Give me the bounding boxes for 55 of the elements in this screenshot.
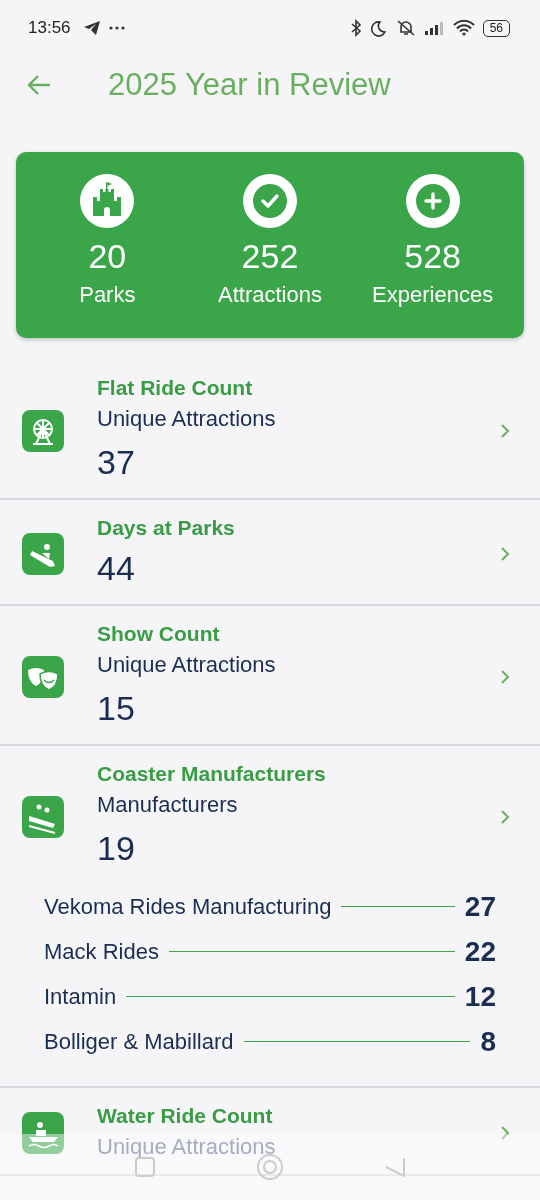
stat-subtitle: Unique Attractions bbox=[97, 1133, 277, 1161]
stat-title: Days at Parks bbox=[97, 515, 236, 541]
sled-icon bbox=[22, 533, 64, 575]
signal-icon bbox=[424, 21, 445, 35]
summary-count: 252 bbox=[241, 236, 299, 276]
stat-title: Water Ride Count bbox=[97, 1103, 274, 1129]
chevron-right-icon bbox=[500, 1125, 510, 1141]
summary-label: Parks bbox=[79, 282, 136, 308]
manufacturer-name: Intamin bbox=[44, 983, 117, 1010]
manufacturer-name: Mack Rides bbox=[44, 938, 159, 965]
manufacturer-name: Bolliger & Mabillard bbox=[44, 1028, 234, 1055]
stat-count: 44 bbox=[97, 548, 136, 589]
battery-indicator: 56 bbox=[482, 19, 510, 37]
chevron-right-icon bbox=[500, 809, 510, 825]
more-icon bbox=[108, 26, 125, 30]
stat-row[interactable]: Days at Parks 44 bbox=[0, 500, 540, 604]
manufacturer-count: 12 bbox=[464, 980, 496, 1013]
manufacturer-count: 22 bbox=[464, 935, 496, 968]
theater-masks-icon bbox=[22, 656, 64, 698]
summary-count: 20 bbox=[88, 236, 127, 276]
castle-icon bbox=[80, 174, 135, 228]
manufacturer-count: 8 bbox=[480, 1025, 496, 1058]
paper-plane-icon bbox=[82, 20, 101, 36]
page-title: 2025 Year in Review bbox=[108, 67, 391, 103]
stat-row[interactable]: Flat Ride Count Unique Attractions 37 bbox=[0, 360, 540, 498]
stat-count: 37 bbox=[97, 442, 136, 483]
stat-title: Show Count bbox=[97, 621, 221, 647]
coaster-car-icon bbox=[22, 796, 64, 838]
summary-label: Experiences bbox=[372, 282, 494, 308]
ferris-wheel-icon bbox=[22, 410, 64, 452]
moon-icon bbox=[369, 19, 387, 37]
stat-subtitle: Manufacturers bbox=[97, 791, 239, 819]
chevron-right-icon bbox=[500, 546, 510, 562]
stat-count: 19 bbox=[97, 828, 136, 869]
bluetooth-icon bbox=[349, 19, 362, 37]
stat-count: 15 bbox=[97, 688, 136, 729]
plus-circle-icon bbox=[405, 174, 460, 228]
boat-icon bbox=[22, 1112, 64, 1154]
square-icon[interactable] bbox=[134, 1156, 156, 1178]
stat-title: Coaster Manufacturers bbox=[97, 761, 327, 787]
chevron-right-icon bbox=[500, 423, 510, 439]
summary-label: Attractions bbox=[218, 282, 322, 308]
wifi-icon bbox=[452, 20, 475, 36]
manufacturer-count: 27 bbox=[464, 890, 496, 923]
stat-title: Flat Ride Count bbox=[97, 375, 254, 401]
summary-count: 528 bbox=[404, 236, 461, 276]
stat-row[interactable]: Coaster Manufacturers Manufacturers 19 bbox=[0, 746, 540, 884]
check-circle-icon bbox=[243, 174, 297, 228]
home-circle-icon[interactable] bbox=[256, 1153, 284, 1181]
manufacturer-name: Vekoma Rides Manufacturing bbox=[44, 893, 332, 920]
chevron-right-icon bbox=[500, 669, 510, 685]
stat-subtitle: Unique Attractions bbox=[97, 405, 277, 433]
stat-subtitle: Unique Attractions bbox=[97, 651, 277, 679]
stat-row[interactable]: Show Count Unique Attractions 15 bbox=[0, 606, 540, 744]
status-time: 13:56 bbox=[28, 18, 71, 38]
